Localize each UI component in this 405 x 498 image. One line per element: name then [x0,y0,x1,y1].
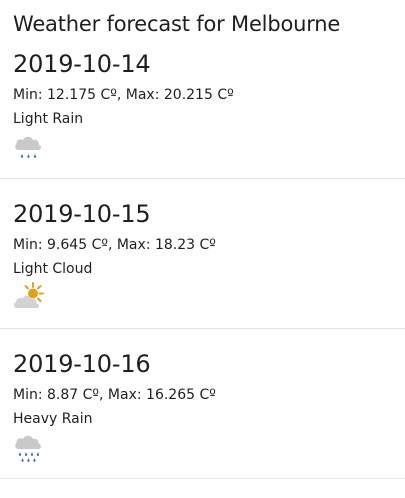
divider [0,178,405,179]
min-label: Min: [13,237,43,253]
min-unit: Cº [82,387,100,403]
forecast-date: 2019-10-15 [13,200,151,228]
min-label: Min: [13,387,43,403]
forecast-condition: Heavy Rain [13,411,93,427]
divider [0,478,405,479]
max-value: 20.215 [163,87,213,103]
max-unit: Cº [199,387,216,403]
max-unit: Cº [199,237,216,253]
min-unit: Cº [91,237,108,253]
page-title: Weather forecast for Melbourne [13,12,341,36]
forecast-condition: Light Cloud [13,261,93,277]
forecast-day: 2019-10-16 Min: 8.87 Cº, Max: 16.265 Cº … [0,348,405,498]
forecast-day: 2019-10-14 Min: 12.175 Cº, Max: 20.215 C… [0,48,405,198]
max-label: Max: [107,387,142,403]
min-label: Min: [13,87,43,103]
max-label: Max: [125,87,160,103]
min-value: 8.87 [47,387,79,403]
min-unit: Cº [100,87,117,103]
forecast-date: 2019-10-14 [13,50,151,78]
forecast-condition: Light Rain [13,111,84,127]
max-value: 16.265 [146,387,196,403]
forecast-date: 2019-10-16 [13,350,151,378]
max-label: Max: [116,237,151,253]
divider [0,328,405,329]
forecast-temperatures: Min: 12.175 Cº, Max: 20.215 Cº [13,86,234,104]
max-unit: Cº [217,87,234,103]
separator: , [116,87,122,103]
heavy-rain-icon [12,430,46,464]
separator: , [99,387,104,403]
forecast-temperatures: Min: 8.87 Cº, Max: 16.265 Cº [13,386,216,404]
max-value: 18.23 [154,237,196,253]
separator: , [107,237,113,253]
min-value: 9.645 [47,237,88,253]
light-rain-icon [12,130,46,164]
min-value: 12.175 [47,87,97,103]
forecast-temperatures: Min: 9.645 Cº, Max: 18.23 Cº [13,236,216,254]
light-cloud-icon [12,280,46,314]
forecast-day: 2019-10-15 Min: 9.645 Cº, Max: 18.23 Cº … [0,198,405,348]
